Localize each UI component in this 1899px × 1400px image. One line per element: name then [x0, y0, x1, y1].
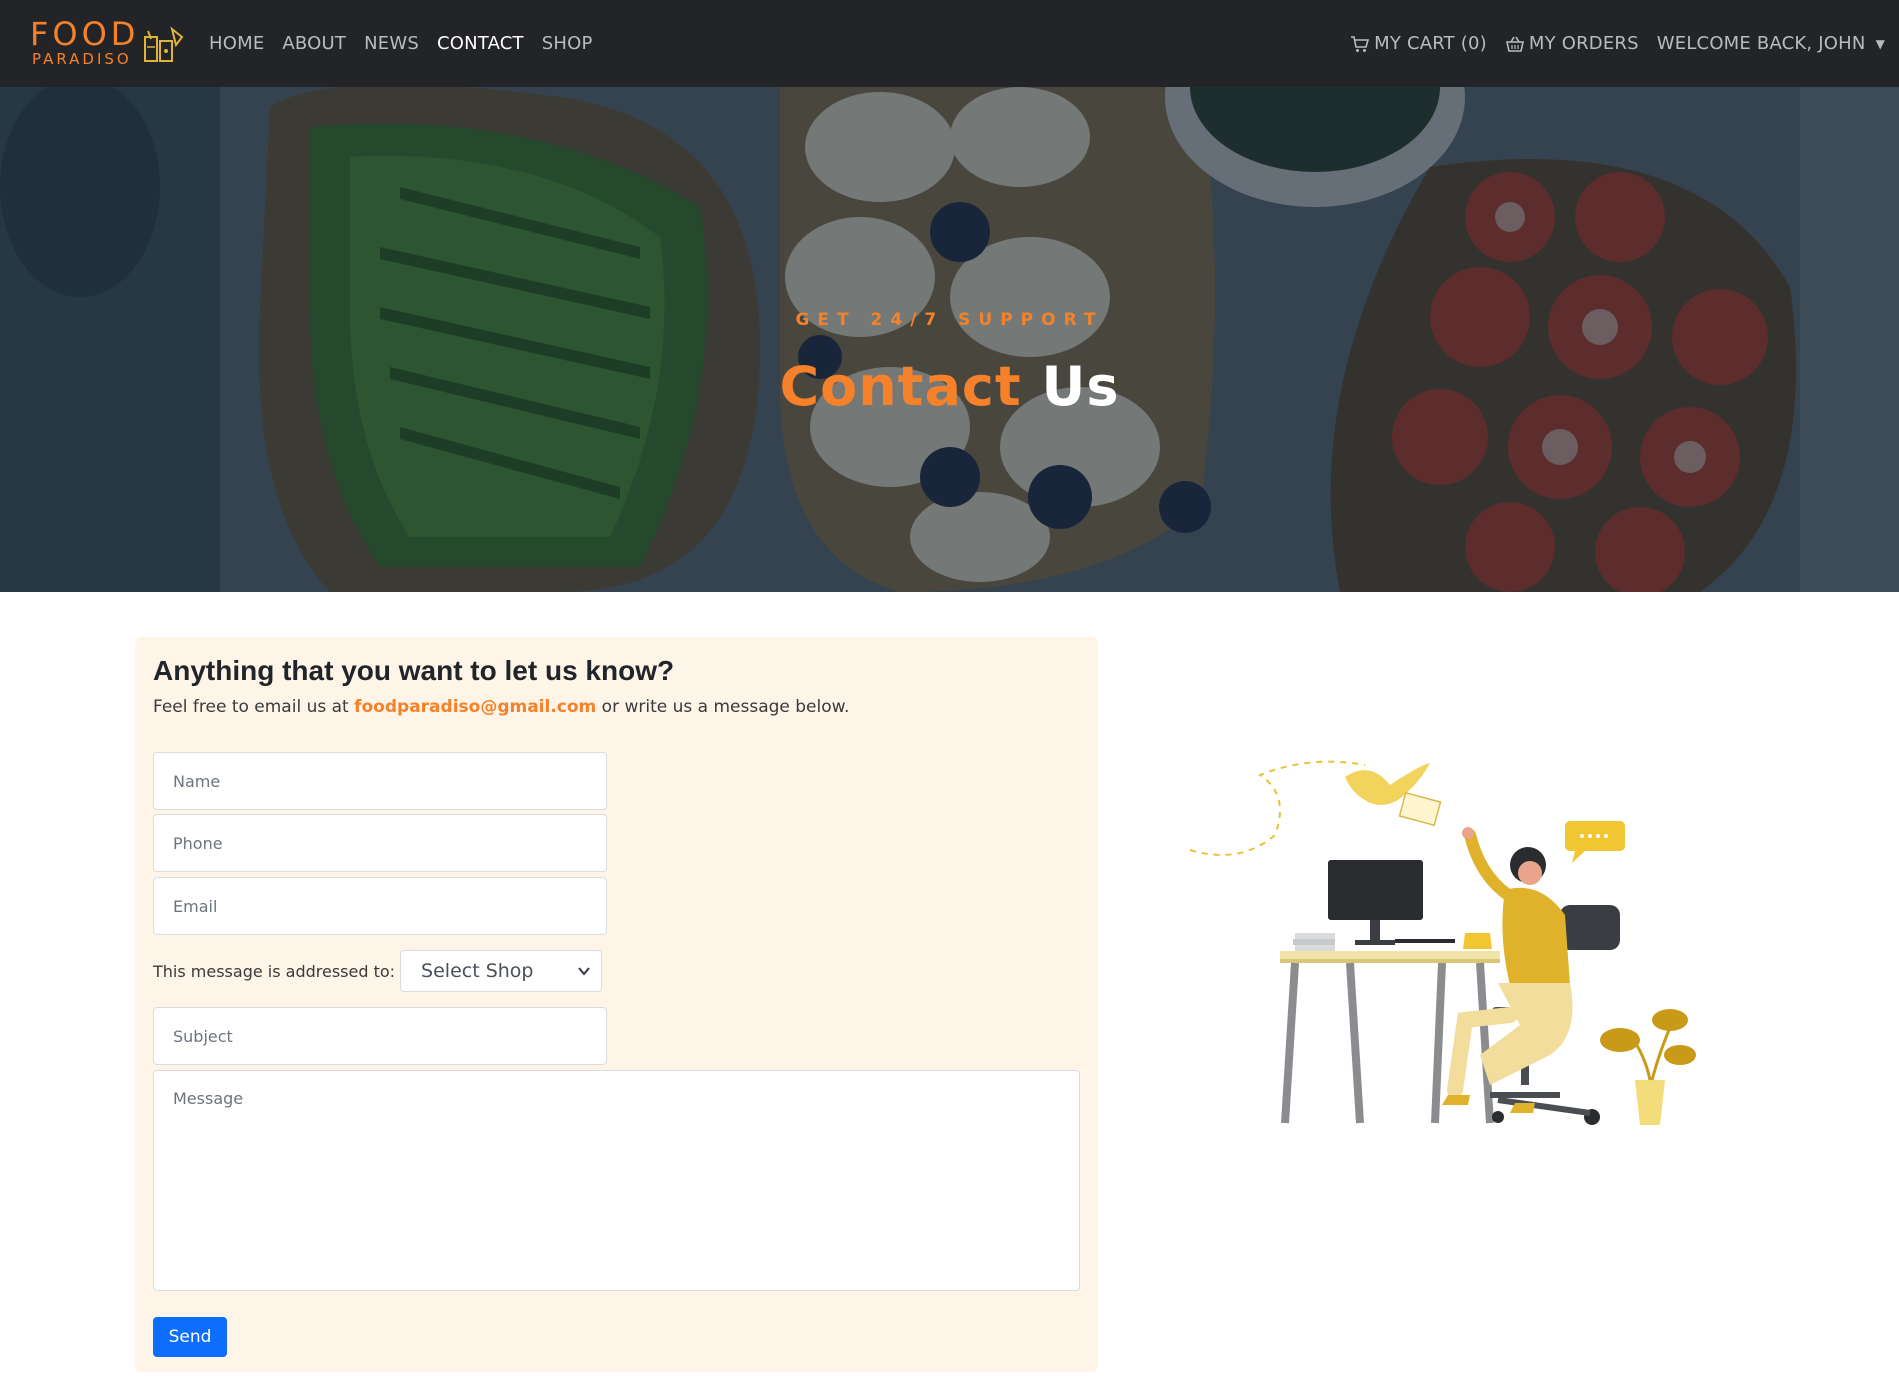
nav-link-home[interactable]: HOME — [209, 33, 264, 54]
logo-text-top: FOOD — [30, 15, 140, 53]
hero-banner: GET 24/7 SUPPORT Contact Us — [0, 87, 1899, 592]
hero-dark-overlay — [0, 87, 1899, 592]
hero-title: Contact Us — [0, 355, 1899, 418]
contact-heading: Anything that you want to let us know? — [153, 655, 675, 686]
logo-drinks-icon — [144, 26, 184, 62]
shop-select[interactable]: Select Shop — [400, 950, 603, 992]
message-textarea[interactable]: Message — [153, 1070, 1080, 1291]
send-button[interactable]: Send — [153, 1317, 227, 1357]
hero-title-part2: Us — [1041, 355, 1120, 418]
my-cart-link[interactable]: MY CART (0) — [1350, 33, 1487, 54]
logo-text-bottom: PARADISO — [32, 50, 132, 68]
subject-input[interactable]: Subject — [153, 1007, 607, 1065]
my-cart-label: MY CART (0) — [1374, 33, 1487, 54]
main-nav: HOME ABOUT NEWS CONTACT SHOP — [209, 0, 611, 87]
nav-link-contact[interactable]: CONTACT — [437, 33, 524, 54]
shop-select-value: Select Shop — [421, 960, 534, 982]
phone-input[interactable]: Phone — [153, 814, 607, 872]
user-nav: MY CART (0) MY ORDERS WELCOME BACK, JOHN… — [1332, 0, 1885, 87]
cart-icon — [1351, 35, 1370, 52]
my-orders-label: MY ORDERS — [1528, 33, 1639, 54]
nav-link-shop[interactable]: SHOP — [542, 33, 593, 54]
chevron-down-icon — [578, 967, 590, 976]
nav-link-about[interactable]: ABOUT — [282, 33, 346, 54]
intro-text-after: or write us a message below. — [596, 697, 850, 717]
address-label: This message is addressed to: — [153, 961, 396, 981]
email-input[interactable]: Email — [153, 877, 607, 935]
contact-form-card: Anything that you want to let us know? F… — [135, 637, 1098, 1372]
nav-link-news[interactable]: NEWS — [364, 33, 419, 54]
my-orders-link[interactable]: MY ORDERS — [1505, 33, 1639, 54]
contact-intro: Feel free to email us at foodparadiso@gm… — [153, 697, 849, 717]
customer-support-illustration — [1189, 760, 1696, 1125]
basket-icon — [1505, 36, 1524, 52]
site-logo[interactable]: FOOD PARADISO — [30, 17, 185, 71]
name-input[interactable]: Name — [153, 752, 607, 810]
caret-down-icon: ▼ — [1875, 36, 1885, 51]
contact-email-link[interactable]: foodparadiso@gmail.com — [354, 697, 596, 717]
user-menu-label: WELCOME BACK, JOHN — [1656, 33, 1866, 54]
hero-subtitle: GET 24/7 SUPPORT — [795, 310, 1104, 330]
hero-title-part1: Contact — [779, 355, 1022, 418]
user-menu-toggle[interactable]: WELCOME BACK, JOHN ▼ — [1657, 33, 1885, 54]
top-navbar: FOOD PARADISO HOME ABOUT NEWS CONTACT SH… — [0, 0, 1899, 87]
intro-text-before: Feel free to email us at — [153, 697, 355, 717]
address-row: This message is addressed to: Select Sho… — [153, 950, 603, 992]
